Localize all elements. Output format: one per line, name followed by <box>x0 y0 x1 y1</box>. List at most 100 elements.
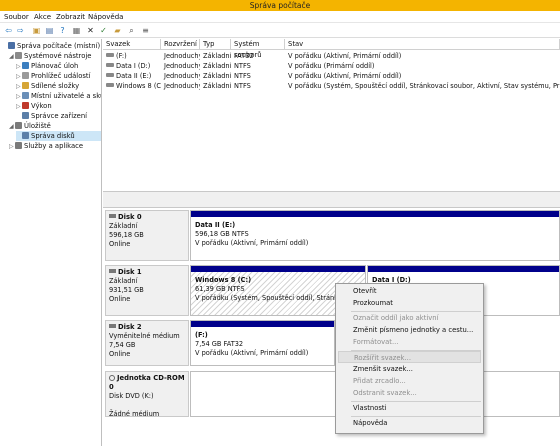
disk-0-label[interactable]: Disk 0 Základní 596,18 GB Online <box>105 210 189 261</box>
context-menu-item[interactable]: Otevřít <box>353 285 377 297</box>
table-cell[interactable]: Základní <box>200 81 231 91</box>
table-cell[interactable]: Data I (D:) <box>103 61 161 71</box>
help-icon[interactable]: ? <box>58 26 67 35</box>
table-cell[interactable]: NTFS <box>231 61 285 71</box>
context-menu-item[interactable]: Vlastnosti <box>353 402 386 414</box>
pane-splitter[interactable] <box>103 191 560 208</box>
cdrom-0-label[interactable]: Jednotka CD-ROM 0 Disk DVD (K:) Žádné mé… <box>105 371 189 418</box>
cell-text: NTFS <box>234 82 251 90</box>
disk-1-label[interactable]: Disk 1 Základní 931,51 GB Online <box>105 265 189 316</box>
table-cell[interactable]: Jednoduchý <box>161 81 200 91</box>
table-cell[interactable]: Data II (E:) <box>103 71 161 81</box>
disk-size: 596,18 GB <box>109 231 144 239</box>
volume-icon <box>106 83 114 87</box>
menu-akce[interactable]: Akce <box>34 11 51 23</box>
cell-text: NTFS <box>234 62 251 70</box>
context-menu-item[interactable]: Přidat zrcadlo... <box>353 375 406 387</box>
table-cell[interactable]: Základní <box>200 71 231 81</box>
cell-text: V pořádku (Primární oddíl) <box>288 62 375 70</box>
table-cell[interactable]: Jednoduchý <box>161 51 200 61</box>
table-cell[interactable]: V pořádku (Primární oddíl) <box>285 61 560 71</box>
disk-status: Online <box>109 350 131 358</box>
table-cell[interactable]: FAT32 <box>231 51 285 61</box>
table-cell[interactable]: NTFS <box>231 71 285 81</box>
table-cell[interactable]: Jednoduchý <box>161 71 200 81</box>
table-cell[interactable]: NTFS <box>231 81 285 91</box>
cell-text: Základní <box>203 52 231 60</box>
properties-icon[interactable]: ▤ <box>45 26 54 35</box>
menu-soubor[interactable]: Soubor <box>4 11 29 23</box>
tree-item[interactable]: ▷ Služby a aplikace <box>9 141 101 151</box>
cell-text: Jednoduchý <box>164 62 200 70</box>
table-cell[interactable]: V pořádku (Aktivní, Primární oddíl) <box>285 71 560 81</box>
context-menu-item[interactable]: Rozšířit svazek... <box>338 351 481 363</box>
context-menu-item[interactable]: Formátovat... <box>353 336 398 348</box>
tree-item[interactable]: Správa disků <box>16 131 101 141</box>
tree-item[interactable]: ▷ Plánovač úloh <box>16 61 101 71</box>
event-viewer-icon <box>22 72 29 79</box>
tree-item[interactable]: ◢ Systémové nástroje <box>9 51 101 61</box>
table-cell[interactable]: (F:) <box>103 51 161 61</box>
context-menu-item[interactable]: Změnit písmeno jednotky a cestu... <box>353 324 473 336</box>
disk-type: Vyměnitelné médium <box>109 332 180 340</box>
tree-item[interactable]: ▷Místní uživatelé a skupiny <box>16 91 101 101</box>
partition-status: V pořádku (Aktivní, Primární oddíl) <box>195 349 309 357</box>
forward-arrow-icon[interactable]: ⇨ <box>16 26 25 35</box>
disk-management-icon <box>22 132 29 139</box>
search-icon[interactable]: ⌕ <box>127 26 136 35</box>
context-menu-item[interactable]: Prozkoumat <box>353 297 393 309</box>
table-cell[interactable]: V pořádku (Aktivní, Primární oddíl) <box>285 51 560 61</box>
table-cell[interactable]: V pořádku (Systém, Spouštěcí oddíl, Strá… <box>285 81 560 91</box>
tree-item-label: Správce zařízení <box>31 112 88 120</box>
cdrom-icon <box>109 375 115 381</box>
column-header[interactable]: Rozvržení <box>161 39 200 50</box>
cell-text: V pořádku (Aktivní, Primární oddíl) <box>288 52 402 60</box>
column-header[interactable]: Svazek <box>103 39 161 50</box>
open-folder-icon[interactable]: ▰ <box>113 26 122 35</box>
tree-item-label: Úložiště <box>24 122 51 130</box>
column-header[interactable]: Systém souborů <box>231 39 285 59</box>
back-arrow-icon[interactable]: ⇦ <box>4 26 13 35</box>
checkmark-icon[interactable]: ✓ <box>99 26 108 35</box>
disk-2-label[interactable]: Disk 2 Vyměnitelné médium 7,54 GB Online <box>105 320 189 366</box>
list-icon[interactable]: ≡ <box>141 26 150 35</box>
tree-item-label: Systémové nástroje <box>24 52 92 60</box>
window-title: Správa počítače <box>249 1 311 10</box>
disk-status: Online <box>109 240 131 248</box>
context-menu-item[interactable]: Zmenšit svazek... <box>353 363 413 375</box>
tree-item[interactable]: ◢ Úložiště <box>9 121 101 131</box>
volume-icon <box>106 73 114 77</box>
tree-item-label: Správa počítače (místní) <box>17 42 101 50</box>
menu-zobrazit[interactable]: Zobrazit <box>56 11 85 23</box>
context-menu-item[interactable]: Označit oddíl jako aktivní <box>353 312 439 324</box>
storage-icon <box>15 122 22 129</box>
context-menu-item[interactable]: Odstranit svazek... <box>353 387 417 399</box>
tree-item[interactable]: ▷ Výkon <box>16 101 101 111</box>
partition-data-ii[interactable]: Data II (E:) 596,18 GB NTFS V pořádku (A… <box>190 210 560 261</box>
column-header[interactable]: Stav <box>285 39 560 50</box>
grid-icon[interactable]: ▦ <box>72 26 81 35</box>
partition-name: Data II (E:) <box>195 221 236 229</box>
cell-text: Data II (E:) <box>116 72 152 80</box>
delete-icon[interactable]: ✕ <box>86 26 95 35</box>
table-cell[interactable]: Základní <box>200 61 231 71</box>
partition-f[interactable]: (F:) 7,54 GB FAT32 V pořádku (Aktivní, P… <box>190 320 335 366</box>
up-folder-icon[interactable]: ▣ <box>32 26 41 35</box>
context-menu-item[interactable]: Nápověda <box>353 417 387 429</box>
title-bar: Správa počítače <box>0 0 560 11</box>
tree-item[interactable]: ▷ Sdílené složky <box>16 81 101 91</box>
table-cell[interactable]: Jednoduchý <box>161 61 200 71</box>
tree-item[interactable]: Správa počítače (místní) <box>2 41 101 51</box>
table-cell[interactable]: Windows 8 (C:) <box>103 81 161 91</box>
table-cell[interactable]: Základní <box>200 51 231 61</box>
column-header[interactable]: Typ <box>200 39 231 50</box>
cell-text: NTFS <box>234 72 251 80</box>
tree-item[interactable]: ▷ Prohlížeč událostí <box>16 71 101 81</box>
tree-item[interactable]: Správce zařízení <box>16 111 101 121</box>
menu-napoveda[interactable]: Nápověda <box>88 11 123 23</box>
cell-text: Základní <box>203 82 231 90</box>
disk-type: Základní <box>109 222 138 230</box>
cell-text: (F:) <box>116 52 127 60</box>
cell-text: Základní <box>203 62 231 70</box>
context-menu: Otevřít Prozkoumat Označit oddíl jako akti… <box>335 283 484 434</box>
